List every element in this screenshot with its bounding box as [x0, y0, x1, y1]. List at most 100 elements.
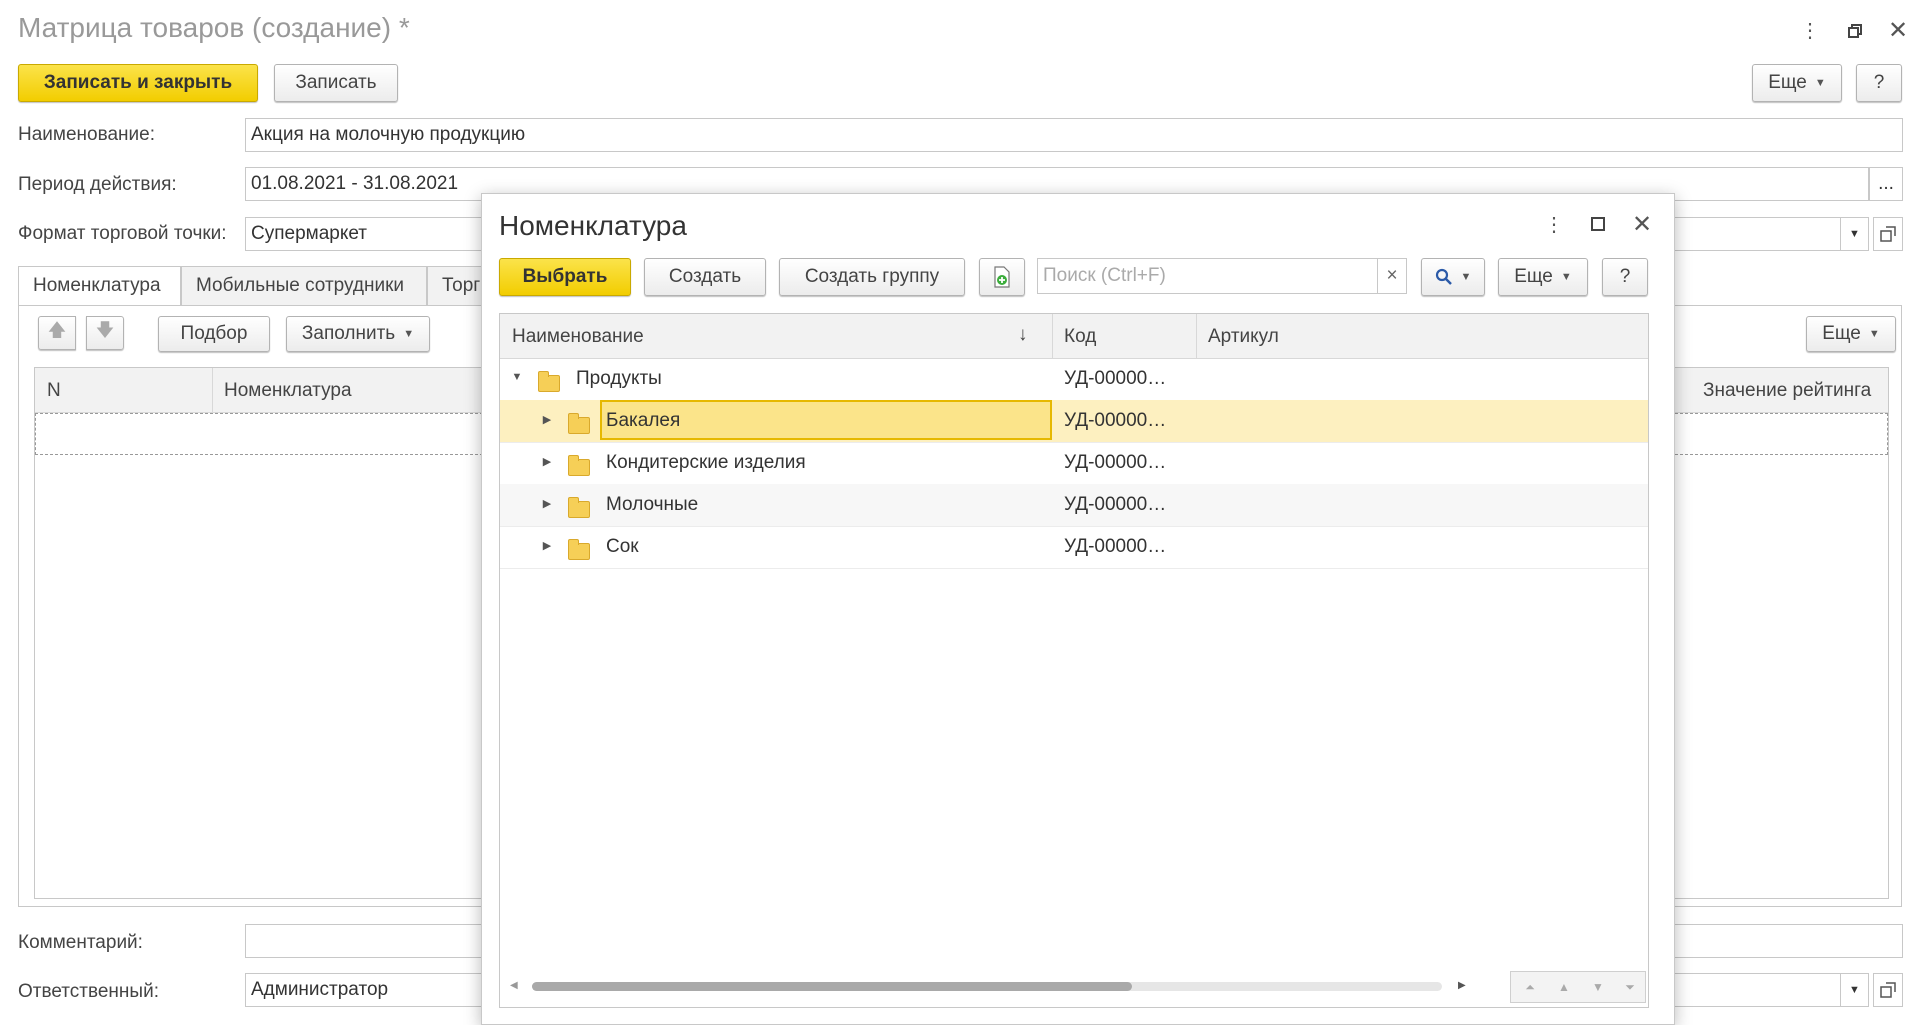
folder-icon [568, 496, 590, 518]
search-options-button[interactable]: ▼ [1421, 258, 1485, 296]
collapsed-triangle-icon[interactable]: ▶ [540, 413, 554, 426]
tree-row-selected[interactable]: ▶ Бакалея УД-00000… [500, 400, 1648, 443]
format-label: Формат торговой точки: [18, 223, 227, 244]
pick-button[interactable]: Подбор [158, 316, 270, 352]
collapsed-triangle-icon[interactable]: ▶ [540, 455, 554, 468]
search-clear-button[interactable]: × [1377, 258, 1407, 294]
tab-more-label: Еще [1822, 323, 1861, 344]
folder-icon [538, 370, 560, 392]
tree-row[interactable]: ▶ Молочные УД-00000… [500, 484, 1648, 527]
row-name: Сок [606, 536, 639, 557]
column-name[interactable]: Наименование [512, 326, 644, 348]
search-input[interactable]: Поиск (Ctrl+F) [1037, 258, 1379, 294]
column-divider [1052, 314, 1053, 358]
responsible-label: Ответственный: [18, 981, 159, 1002]
dialog-more-label: Еще [1514, 266, 1553, 287]
chevron-down-icon: ▼ [1849, 228, 1860, 240]
items-tree[interactable]: Наименование ↓ Код Артикул ▼ Продукты УД… [499, 313, 1649, 1008]
column-code[interactable]: Код [1064, 326, 1096, 348]
tab-more-button[interactable]: Еще ▼ [1806, 316, 1896, 352]
dropdown-arrow-icon: ▼ [1560, 271, 1572, 283]
more-label: Еще [1768, 72, 1807, 93]
arrow-up-icon: 🡅 [47, 320, 67, 340]
create-group-button[interactable]: Создать группу [779, 258, 965, 296]
column-article[interactable]: Артикул [1208, 326, 1279, 348]
row-name: Кондитерские изделия [606, 452, 806, 473]
dialog-title: Номенклатура [499, 210, 687, 241]
comment-label: Комментарий: [18, 932, 143, 953]
name-field[interactable]: Акция на молочную продукцию [245, 118, 1903, 152]
arrow-down-icon: 🡇 [95, 320, 115, 340]
column-divider [212, 368, 213, 412]
dialog-help-button[interactable]: ? [1602, 258, 1648, 296]
period-select-button[interactable]: ... [1869, 167, 1903, 201]
column-rating[interactable]: Значение рейтинга [1703, 380, 1871, 402]
open-icon [1880, 226, 1896, 242]
responsible-dropdown-button[interactable]: ▼ [1841, 973, 1869, 1007]
tree-row[interactable]: ▼ Продукты УД-00000… [500, 358, 1648, 401]
tree-row[interactable]: ▶ Кондитерские изделия УД-00000… [500, 442, 1648, 485]
move-down-button[interactable]: 🡇 [86, 316, 124, 350]
select-button[interactable]: Выбрать [499, 258, 631, 296]
open-icon [1880, 982, 1896, 998]
folder-icon [568, 454, 590, 476]
format-open-button[interactable] [1873, 217, 1903, 251]
scroll-left-arrow-icon[interactable]: ◀ [510, 980, 518, 991]
more-vertical-icon[interactable]: ⋮ [1800, 16, 1820, 44]
dropdown-arrow-icon: ▼ [1814, 77, 1826, 89]
scroll-down-icon[interactable]: ▼ [1586, 977, 1610, 997]
dialog-maximize-icon[interactable] [1591, 217, 1605, 231]
row-name: Продукты [576, 368, 662, 389]
folder-icon [568, 538, 590, 560]
row-name: Молочные [606, 494, 699, 515]
dialog-more-button[interactable]: Еще ▼ [1498, 258, 1588, 296]
column-n[interactable]: N [47, 380, 61, 402]
save-button[interactable]: Записать [274, 64, 398, 102]
row-name: Бакалея [606, 410, 681, 431]
window-title: Матрица товаров (создание) * [18, 12, 410, 43]
search-icon [1435, 268, 1452, 285]
dialog-more-vertical-icon[interactable]: ⋮ [1544, 210, 1564, 238]
save-and-close-button[interactable]: Записать и закрыть [18, 64, 258, 102]
scroll-up-icon[interactable]: ▲ [1552, 977, 1576, 997]
clear-icon: × [1386, 265, 1398, 286]
responsible-open-button[interactable] [1873, 973, 1903, 1007]
fill-label: Заполнить [301, 323, 396, 344]
format-dropdown-button[interactable]: ▼ [1841, 217, 1869, 251]
row-code: УД-00000… [1064, 368, 1167, 389]
dropdown-arrow-icon: ▼ [1868, 328, 1880, 340]
restore-window-icon[interactable] [1848, 22, 1862, 38]
expanded-triangle-icon[interactable]: ▼ [510, 371, 524, 383]
tab-mobile-employees[interactable]: Мобильные сотрудники [181, 266, 427, 306]
new-document-icon [994, 266, 1010, 288]
chevron-down-icon: ▼ [1849, 984, 1860, 996]
selection-dialog: Номенклатура ⋮ ✕ Выбрать Создать Создать… [481, 193, 1675, 1025]
collapsed-triangle-icon[interactable]: ▶ [540, 539, 554, 552]
tree-row[interactable]: ▶ Сок УД-00000… [500, 526, 1648, 569]
close-window-icon[interactable]: ✕ [1886, 16, 1910, 44]
create-button[interactable]: Создать [644, 258, 766, 296]
scroll-last-icon[interactable]: ⏷ [1618, 977, 1642, 997]
name-label: Наименование: [18, 124, 155, 145]
horizontal-scrollbar-thumb[interactable] [532, 982, 1132, 991]
column-divider [1196, 314, 1197, 358]
dropdown-arrow-icon: ▼ [1460, 271, 1472, 283]
help-button[interactable]: ? [1856, 64, 1902, 102]
row-code: УД-00000… [1064, 410, 1167, 431]
sort-arrow-icon[interactable]: ↓ [1018, 324, 1028, 346]
add-item-button[interactable] [979, 258, 1025, 296]
dropdown-arrow-icon: ▼ [403, 328, 415, 340]
scroll-right-arrow-icon[interactable]: ▶ [1458, 980, 1466, 991]
row-code: УД-00000… [1064, 494, 1167, 515]
row-code: УД-00000… [1064, 536, 1167, 557]
move-up-button[interactable]: 🡅 [38, 316, 76, 350]
folder-icon [568, 412, 590, 434]
tab-nomenclature[interactable]: Номенклатура [18, 266, 181, 306]
scroll-first-icon[interactable]: ⏶ [1518, 977, 1542, 997]
more-button[interactable]: Еще ▼ [1752, 64, 1842, 102]
dialog-close-icon[interactable]: ✕ [1630, 210, 1654, 238]
period-label: Период действия: [18, 174, 177, 195]
collapsed-triangle-icon[interactable]: ▶ [540, 497, 554, 510]
column-nomenclature[interactable]: Номенклатура [224, 380, 352, 402]
fill-button[interactable]: Заполнить ▼ [286, 316, 430, 352]
